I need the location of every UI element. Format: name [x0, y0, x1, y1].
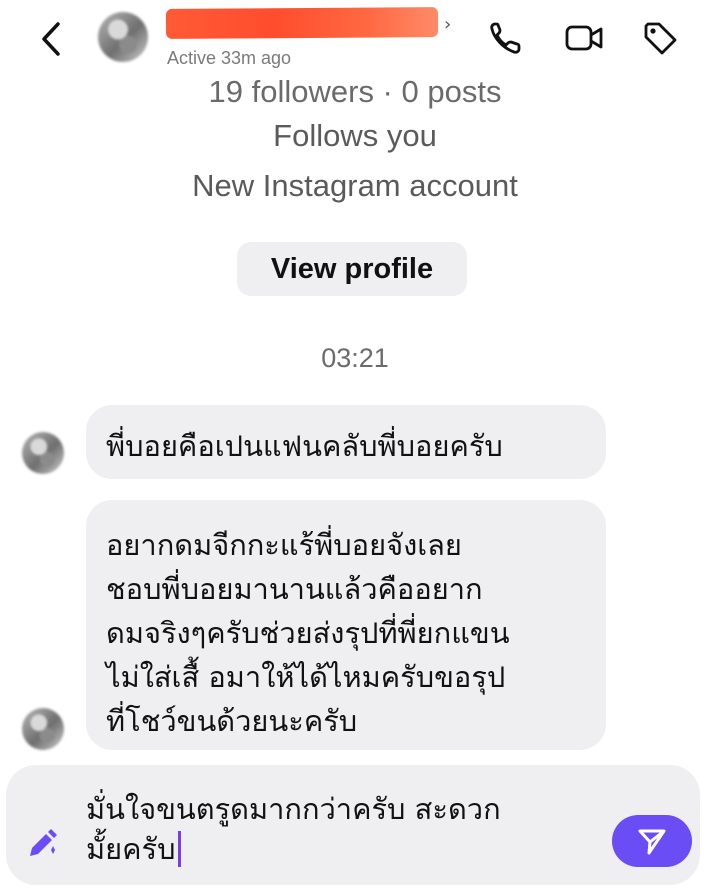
video-icon[interactable]: [564, 18, 604, 58]
tag-icon[interactable]: [640, 18, 680, 58]
sender-avatar[interactable]: [22, 432, 64, 474]
text-caret: [177, 831, 181, 867]
pen-icon[interactable]: [24, 826, 60, 862]
message-text-line: ดมจริงๆครับช่วยส่งรุปที่พี่ยกแขน: [106, 616, 510, 650]
message-text-line: ชอบพี่บอยมานานแล้วคืออยาก: [106, 572, 483, 606]
sender-avatar[interactable]: [22, 708, 64, 750]
message-text-line: ไม่ใส่เสื้ อมาให้ได้ไหมครับขอรุป: [106, 660, 506, 694]
avatar[interactable]: [98, 12, 148, 62]
chevron-right-icon[interactable]: ›: [444, 14, 451, 35]
message-timestamp: 03:21: [321, 343, 389, 373]
composer-input-text[interactable]: มั้ยครับ: [86, 832, 176, 866]
new-account-label: New Instagram account: [192, 168, 518, 203]
follows-you-label: Follows you: [273, 118, 437, 153]
send-icon: [638, 829, 666, 855]
composer-input-line[interactable]: มั้ยครับ: [86, 826, 181, 872]
active-status: Active 33m ago: [167, 48, 292, 68]
message-bubble[interactable]: อยากดมจีกกะแร้พี่บอยจังเลย ชอบพี่บอยมานา…: [86, 500, 606, 750]
phone-icon[interactable]: [486, 18, 526, 58]
view-profile-button[interactable]: View profile: [237, 242, 467, 296]
send-button[interactable]: [612, 815, 692, 867]
redacted-username[interactable]: [165, 7, 439, 39]
message-text-line: ที่โชว์ขนด้วยนะครับ: [106, 704, 358, 738]
back-icon[interactable]: [34, 18, 70, 60]
chat-header: › Active 33m ago: [0, 0, 710, 80]
message-bubble[interactable]: พี่บอยคือเปนแฟนคลับพี่บอยครับ: [86, 405, 606, 479]
message-text: พี่บอยคือเปนแฟนคลับพี่บอยครับ: [106, 429, 503, 463]
message-text-line: อยากดมจีกกะแร้พี่บอยจังเลย: [106, 528, 462, 562]
